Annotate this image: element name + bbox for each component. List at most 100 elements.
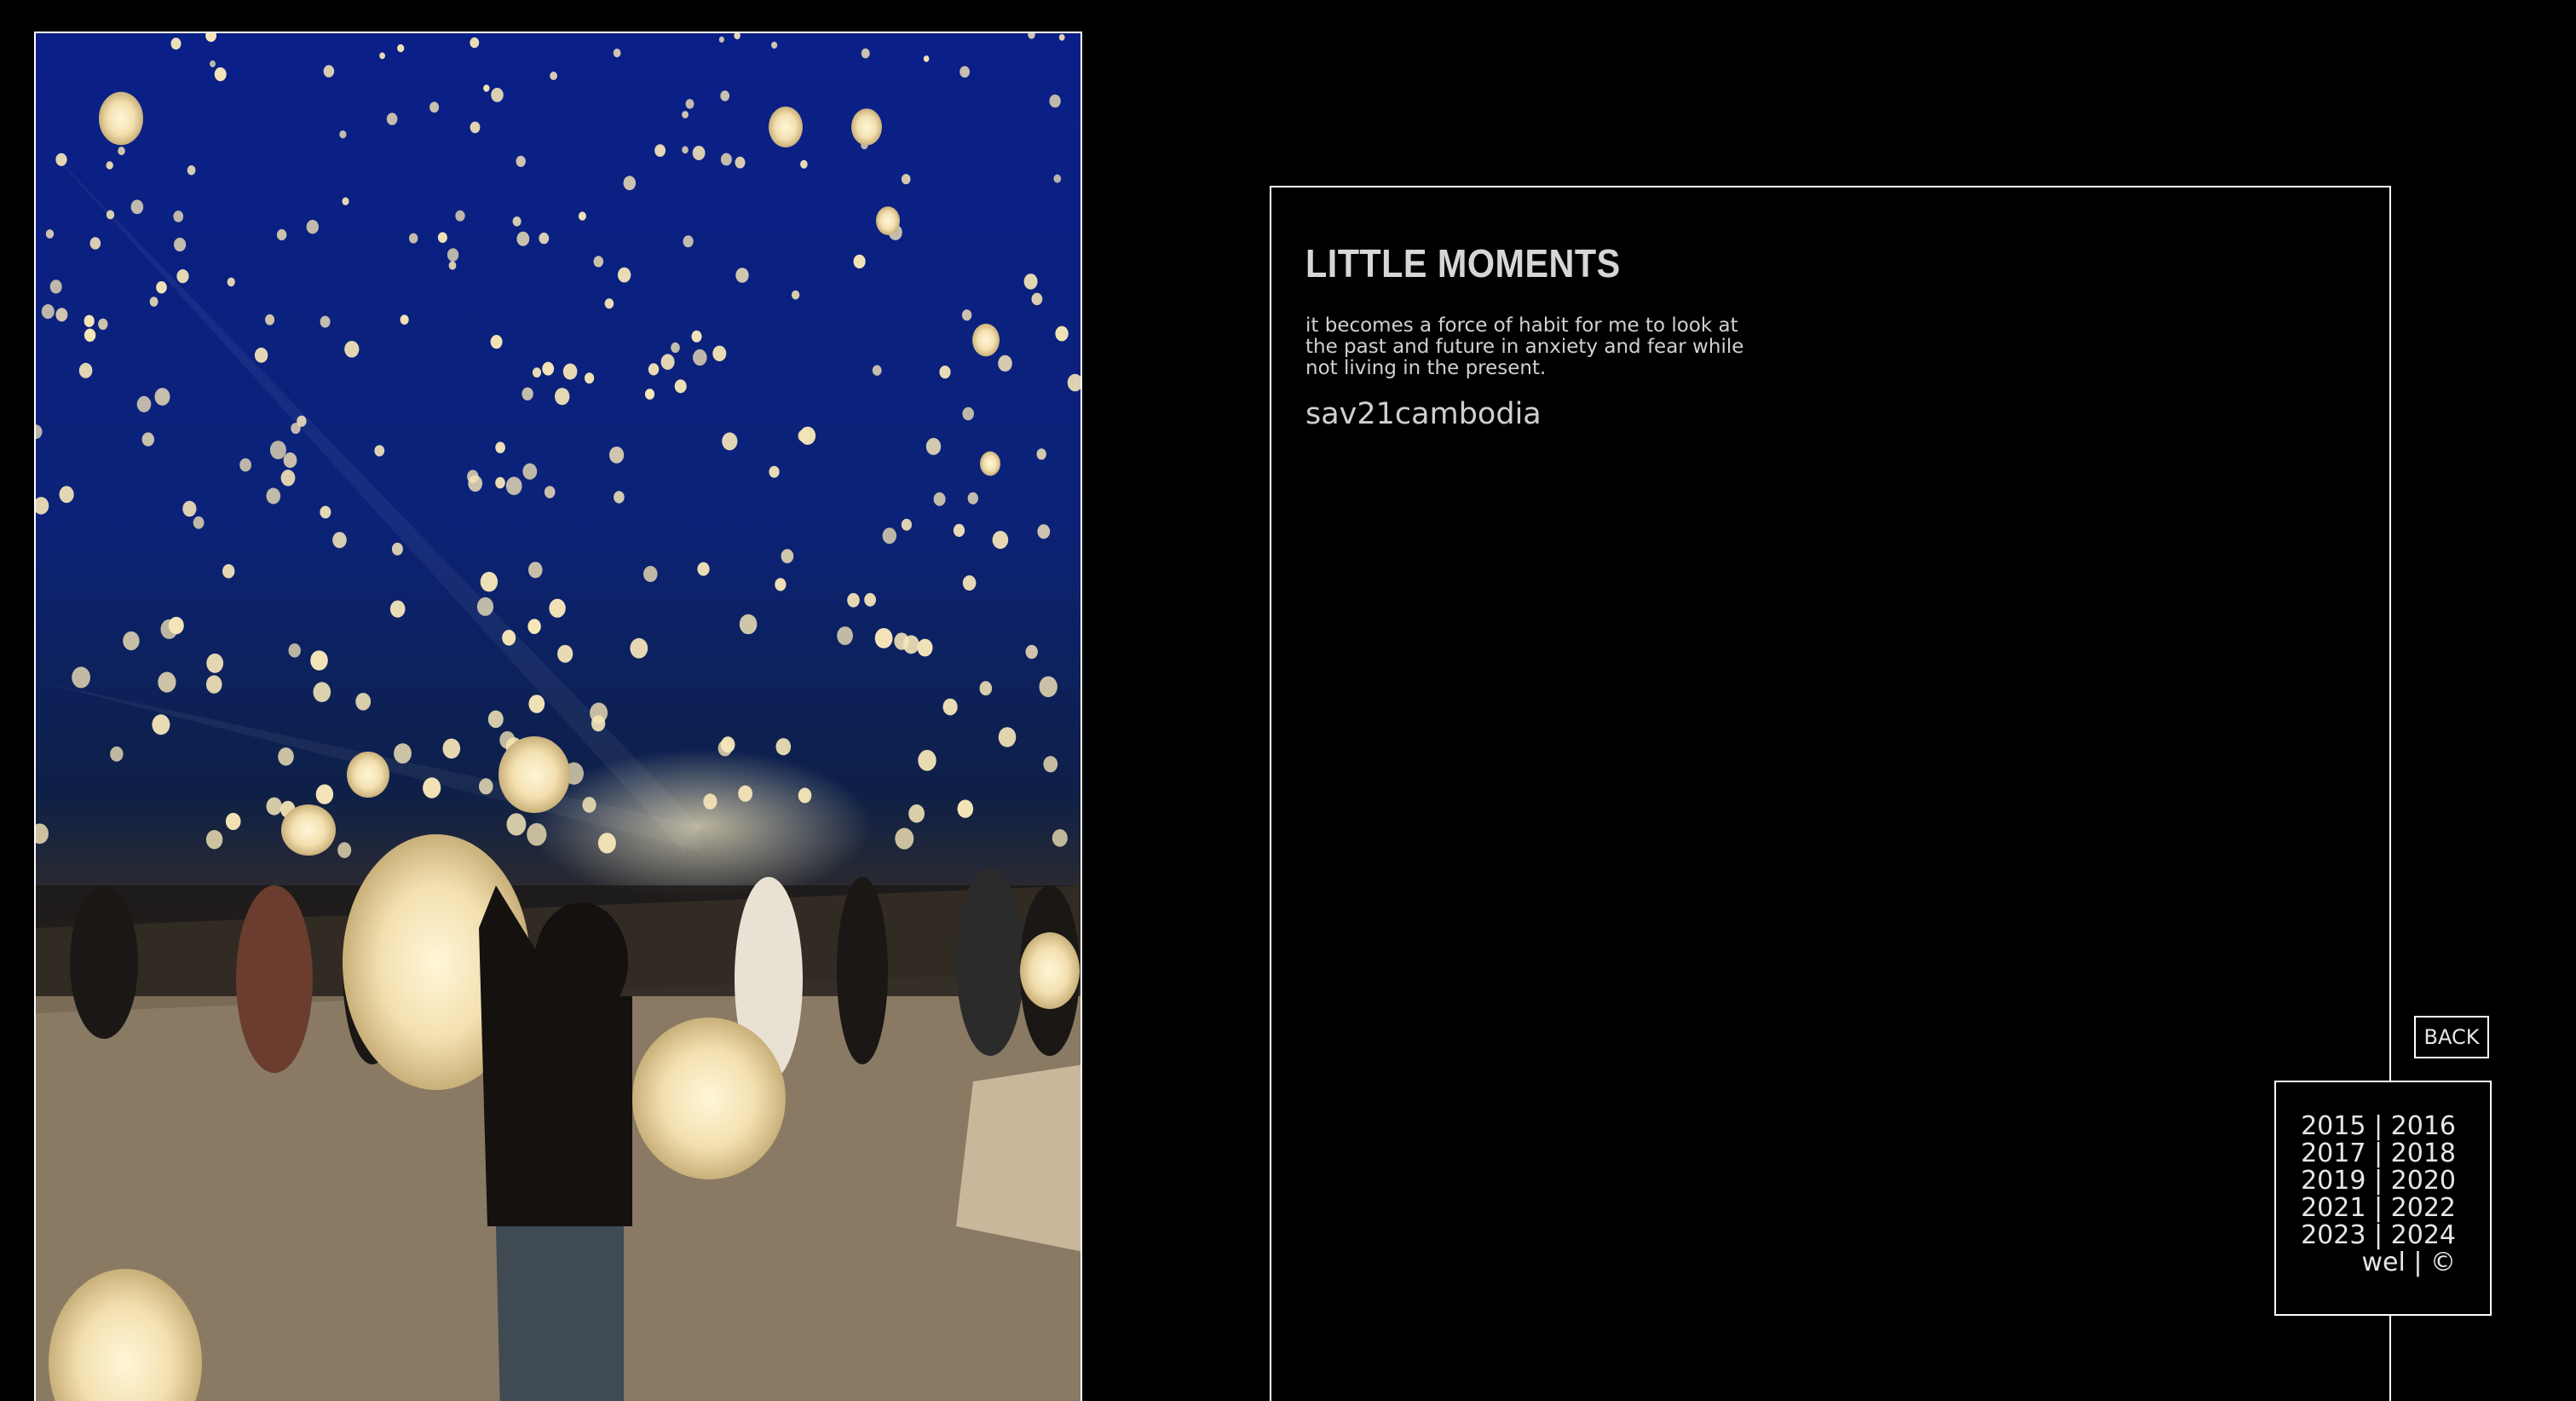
lantern-dot [998,355,1012,372]
lantern-dot [339,130,347,139]
lantern-dot [480,572,498,592]
welcome-link[interactable]: wel [2361,1248,2405,1277]
lantern-dot [791,290,800,300]
lantern-dot [872,365,882,376]
lantern-dot [512,216,522,227]
lantern-dot [1053,174,1062,183]
lantern-dot [1037,524,1051,539]
lantern-dot [491,88,504,102]
lantern-dot [837,626,853,645]
year-nav-separator: | [2373,1139,2383,1168]
lantern-dot [106,210,115,220]
year-link-2019[interactable]: 2019 [2301,1166,2366,1196]
lantern-dot [609,447,625,464]
lantern-dot [902,635,919,654]
lantern-dot [917,638,933,657]
lantern-dot [722,432,738,451]
lantern-dot [84,328,96,342]
year-link-2021[interactable]: 2021 [2301,1193,2366,1223]
year-link-2023[interactable]: 2023 [2301,1220,2366,1250]
lantern-dot [442,738,461,759]
lantern-dot [1052,829,1068,847]
lantern-dot [1023,274,1038,290]
lantern-dot [110,746,124,762]
lantern-dot [254,347,268,363]
lantern-dot [539,232,550,245]
year-nav-separator: | [2373,1193,2383,1223]
copyright-link[interactable]: © [2430,1248,2456,1277]
lantern-dot [118,147,125,156]
back-button[interactable]: BACK [2414,1016,2489,1058]
year-link-2017[interactable]: 2017 [2301,1139,2366,1168]
lantern-dot [394,743,412,764]
lantern-dot [174,237,187,252]
lantern-dot [718,36,725,43]
lantern-dot [332,532,347,549]
lantern-dot [227,277,235,287]
lantern-dot [55,153,67,166]
lantern-dot [187,165,196,176]
lantern-dot [278,747,294,766]
lantern-dot [882,528,896,545]
lantern-dot [490,335,503,349]
lantern-dot [266,487,281,504]
lantern-dot [861,48,870,59]
lantern-dot [682,146,689,154]
year-link-2018[interactable]: 2018 [2391,1139,2456,1168]
lantern-dot [487,710,504,729]
year-nav-row: 2019 | 2020 [2276,1168,2456,1195]
lantern-dot [106,161,113,170]
lantern-dot [660,354,675,371]
lantern-dot [123,631,140,651]
year-link-2022[interactable]: 2022 [2391,1193,2456,1223]
lantern-dot [214,67,227,82]
lantern-dot [682,111,689,118]
lantern-dot [269,441,286,459]
lantern-dot [528,695,545,713]
lantern-dot [683,235,694,248]
lantern-dot [550,72,557,80]
lantern-dot [136,395,152,412]
lantern-dot [182,500,197,517]
lantern-dot [739,614,758,635]
lantern-dot [967,492,979,504]
lantern-dot [992,530,1009,550]
lantern-dot [775,738,792,756]
lantern-dot [310,650,328,671]
lantern-dot [630,637,648,659]
lantern-dot [549,598,566,618]
lantern-dot [400,314,409,325]
year-link-2016[interactable]: 2016 [2391,1111,2456,1141]
lantern-dot [980,451,1000,476]
year-nav-separator: | [2373,1220,2383,1250]
lantern-dot [643,566,658,582]
lantern-dot [613,49,621,58]
lantern-dot [130,199,144,215]
lantern-dot [735,268,749,283]
lantern-dot [205,675,222,694]
lantern-dot [239,458,251,472]
lantern-dot [874,628,893,649]
lantern-dot [544,486,556,499]
lantern-dot [323,65,335,78]
lantern-dot [557,644,573,663]
lantern-dot [476,597,494,616]
lantern-dot [99,91,143,146]
lantern-dot [617,267,631,283]
lantern-dot [173,210,184,222]
year-link-2015[interactable]: 2015 [2301,1111,2366,1141]
lantern-dot [720,90,730,101]
lantern-dot [84,314,95,327]
year-link-2020[interactable]: 2020 [2391,1166,2456,1196]
year-link-2024[interactable]: 2024 [2391,1220,2456,1250]
lantern-dot [266,797,282,816]
year-nav-row: wel | © [2276,1249,2456,1277]
lantern-dot [717,740,732,757]
lantern-dot [176,269,189,284]
lantern-dot [205,830,223,850]
year-nav: 2015 | 2016 2017 | 2018 2019 | 2020 2021… [2274,1081,2492,1316]
lantern-dot [467,470,479,483]
lantern-dot [447,248,459,262]
lantern-dot [78,362,93,378]
lantern-dot [771,41,778,49]
